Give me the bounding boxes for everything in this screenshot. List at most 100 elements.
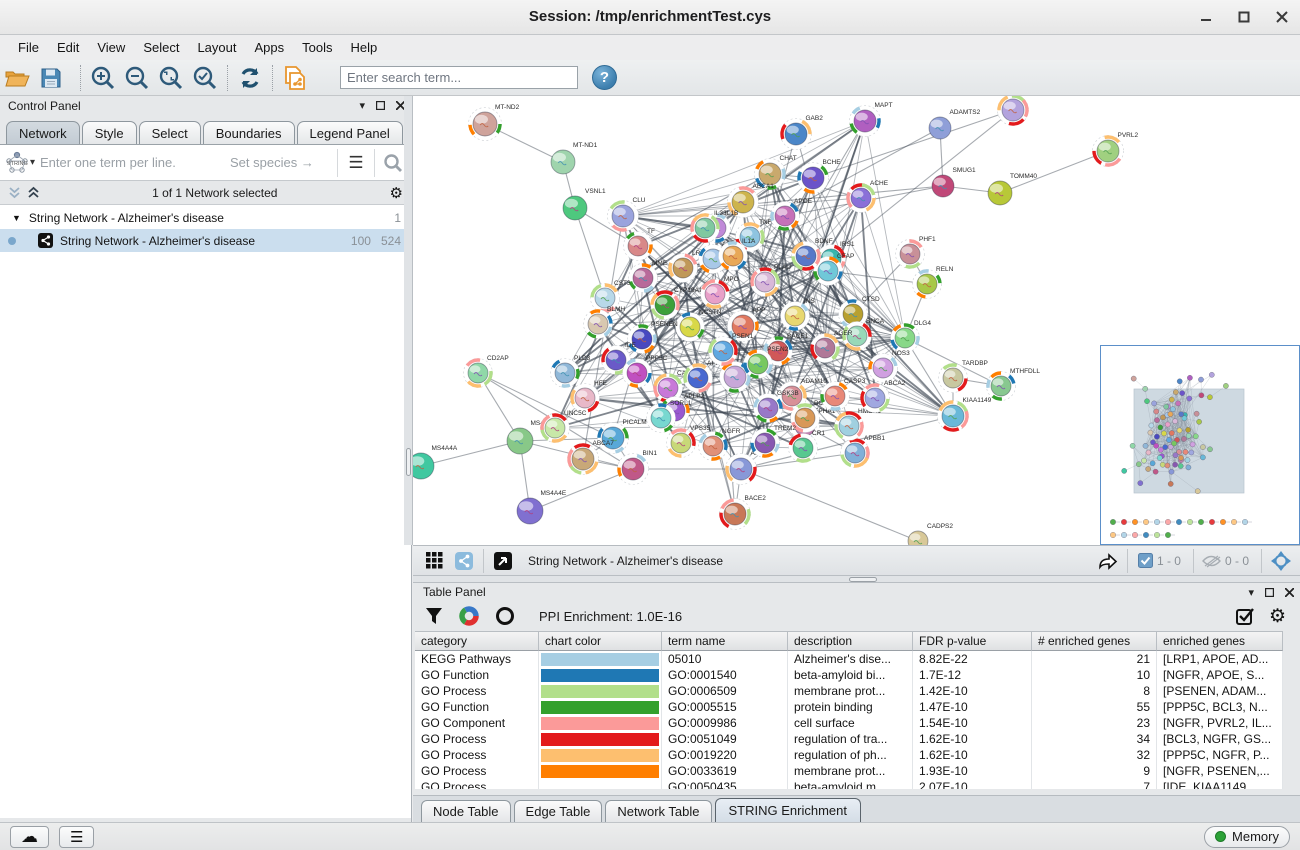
table-row[interactable]: GO ProcessGO:0006509membrane prot...1.42… [415, 683, 1283, 699]
remove-chart-icon[interactable] [495, 606, 515, 626]
table-row[interactable]: GO ProcessGO:0051049regulation of tra...… [415, 731, 1283, 747]
network-options-gear-icon[interactable]: ⚙ [390, 184, 403, 202]
help-icon[interactable]: ? [592, 65, 617, 90]
tab-legend-panel[interactable]: Legend Panel [297, 121, 403, 145]
table-row[interactable]: GO FunctionGO:0001540beta-amyloid bi...1… [415, 667, 1283, 683]
cell: [BCL3, NGFR, GS... [1157, 731, 1283, 747]
fit-content-icon[interactable] [1266, 548, 1296, 574]
cloud-tasks-button[interactable]: ☁ [10, 826, 49, 848]
menu-file[interactable]: File [10, 37, 47, 58]
string-logo-icon[interactable]: STRING ▾ [0, 145, 40, 180]
tab-style[interactable]: Style [82, 121, 137, 145]
tab-node-table[interactable]: Node Table [421, 800, 511, 822]
tab-string-enrichment[interactable]: STRING Enrichment [715, 798, 861, 822]
open-session-button[interactable] [0, 63, 34, 93]
minimize-icon[interactable] [1198, 9, 1214, 25]
svg-text:STRING: STRING [7, 161, 28, 167]
string-dropdown-caret[interactable]: ▾ [30, 157, 35, 168]
column-header--enriched-genes[interactable]: # enriched genes [1032, 631, 1157, 651]
column-header-category[interactable]: category [415, 631, 539, 651]
collapse-all-icon[interactable] [8, 186, 21, 199]
network-canvas[interactable]: MT-ND2MT-ND1VSNL1GAB2MAPTPRNPADAMTS2IRS1… [413, 96, 1300, 545]
memory-button[interactable]: Memory [1204, 826, 1290, 848]
table-row[interactable]: GO ProcessGO:0050435beta-amyloid m...2.0… [415, 779, 1283, 789]
cell: 32 [1032, 747, 1157, 763]
string-term-input[interactable] [40, 155, 216, 170]
table-row[interactable]: GO ProcessGO:0033619membrane prot...1.93… [415, 763, 1283, 779]
network-node: GAB2 [777, 115, 823, 153]
export-network-icon[interactable] [1093, 548, 1123, 574]
float-panel-icon[interactable] [1265, 588, 1274, 597]
network-node: BLMH [580, 306, 626, 342]
table-row[interactable]: GO ProcessGO:0019220regulation of ph...1… [415, 747, 1283, 763]
table-row[interactable]: GO FunctionGO:0005515protein binding1.47… [415, 699, 1283, 715]
zoom-out-button[interactable] [120, 63, 154, 93]
svg-text:SNCA: SNCA [866, 318, 885, 325]
panel-menu-icon[interactable]: ▾ [1248, 586, 1254, 599]
network-row-selected[interactable]: String Network - Alzheimer's disease 100… [0, 229, 411, 252]
menu-view[interactable]: View [89, 37, 133, 58]
task-history-button[interactable]: ☰ [59, 826, 94, 848]
cell: regulation of tra... [788, 731, 913, 747]
zoom-selected-button[interactable] [188, 63, 222, 93]
chart-settings-icon[interactable] [459, 606, 479, 626]
search-input[interactable] [340, 66, 578, 89]
set-species-hint[interactable]: Set species → [230, 155, 337, 170]
tree-expand-icon[interactable]: ▼ [12, 213, 21, 223]
chart-color-cell [539, 667, 662, 683]
menu-select[interactable]: Select [135, 37, 187, 58]
tab-network-table[interactable]: Network Table [605, 800, 711, 822]
svg-text:HFE: HFE [594, 380, 608, 387]
query-options-icon[interactable]: ☰ [338, 153, 374, 173]
column-header-FDR-p-value[interactable]: FDR p-value [913, 631, 1032, 651]
share-view-icon[interactable] [449, 548, 479, 574]
cell: 23 [1032, 715, 1157, 731]
column-header-term-name[interactable]: term name [662, 631, 788, 651]
detach-view-icon[interactable] [488, 548, 518, 574]
menu-help[interactable]: Help [343, 37, 386, 58]
column-header-chart-color[interactable]: chart color [539, 631, 662, 651]
table-row[interactable]: GO ComponentGO:0009986cell surface1.54E-… [415, 715, 1283, 731]
table-row[interactable]: KEGG Pathways05010Alzheimer's dise...8.8… [415, 651, 1283, 667]
maximize-icon[interactable] [1236, 9, 1252, 25]
tab-select[interactable]: Select [139, 121, 201, 145]
table-settings-gear-icon[interactable]: ⚙ [1269, 607, 1286, 626]
horizontal-splitter[interactable] [413, 575, 1300, 583]
network-counts: 100 524 [351, 234, 411, 248]
tab-network[interactable]: Network [6, 121, 80, 145]
column-header-description[interactable]: description [788, 631, 913, 651]
svg-text:TARDBP: TARDBP [962, 360, 988, 367]
zoom-fit-button[interactable] [154, 63, 188, 93]
select-columns-icon[interactable] [1236, 607, 1255, 626]
panel-menu-icon[interactable]: ▾ [359, 99, 365, 112]
zoom-in-button[interactable] [86, 63, 120, 93]
svg-text:BACE2: BACE2 [745, 495, 767, 502]
close-icon[interactable] [1274, 9, 1290, 25]
svg-text:PSENEN: PSENEN [651, 321, 678, 328]
expand-all-icon[interactable] [27, 186, 40, 199]
network-selection-bar: 1 of 1 Network selected ⚙ [0, 181, 411, 205]
float-panel-icon[interactable] [376, 101, 385, 110]
tab-boundaries[interactable]: Boundaries [203, 121, 295, 145]
menu-apps[interactable]: Apps [247, 37, 293, 58]
vertical-splitter[interactable] [404, 96, 413, 545]
svg-text:GSK3B: GSK3B [777, 390, 799, 397]
menu-edit[interactable]: Edit [49, 37, 87, 58]
svg-text:BCHE: BCHE [823, 159, 842, 166]
close-panel-icon[interactable] [1285, 588, 1294, 597]
clone-network-button[interactable] [278, 63, 312, 93]
cell: GO:0033619 [662, 763, 788, 779]
string-query-bar: STRING ▾ Set species → ☰ [0, 144, 411, 181]
cell: 1.62E-10 [913, 731, 1032, 747]
network-collection-row[interactable]: ▼ String Network - Alzheimer's disease 1 [0, 206, 411, 229]
cell: GO Function [415, 699, 539, 715]
tab-edge-table[interactable]: Edge Table [514, 800, 603, 822]
column-header-enriched-genes[interactable]: enriched genes [1157, 631, 1283, 651]
filter-icon[interactable] [425, 607, 443, 625]
birds-eye-view[interactable] [1100, 345, 1300, 545]
menu-layout[interactable]: Layout [189, 37, 244, 58]
refresh-button[interactable] [233, 63, 267, 93]
grid-view-icon[interactable] [419, 548, 449, 574]
save-session-button[interactable] [34, 63, 68, 93]
menu-tools[interactable]: Tools [294, 37, 340, 58]
